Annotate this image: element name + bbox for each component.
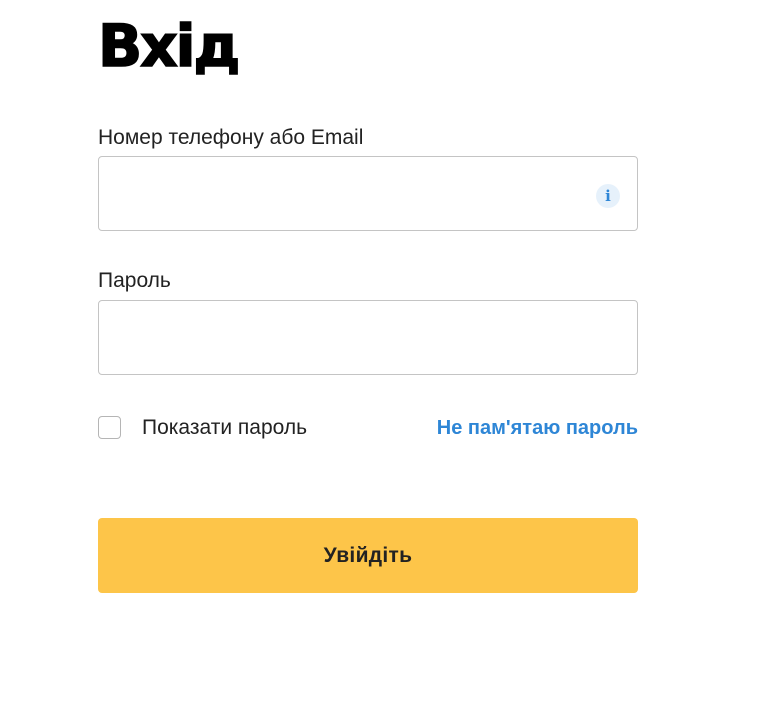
submit-button[interactable]: Увійдіть (98, 518, 638, 593)
password-input-container[interactable] (98, 300, 638, 375)
login-input-container[interactable]: i (98, 156, 638, 231)
password-input[interactable] (99, 301, 637, 374)
page-title: Вхід (97, 11, 241, 81)
show-password-checkbox[interactable] (98, 416, 121, 439)
info-icon[interactable]: i (596, 184, 620, 208)
forgot-password-link[interactable]: Не пам'ятаю пароль (437, 415, 638, 441)
login-input[interactable] (99, 157, 637, 230)
password-label: Пароль (98, 269, 171, 292)
show-password-label[interactable]: Показати пароль (142, 415, 307, 441)
login-label: Номер телефону або Email (98, 126, 364, 149)
